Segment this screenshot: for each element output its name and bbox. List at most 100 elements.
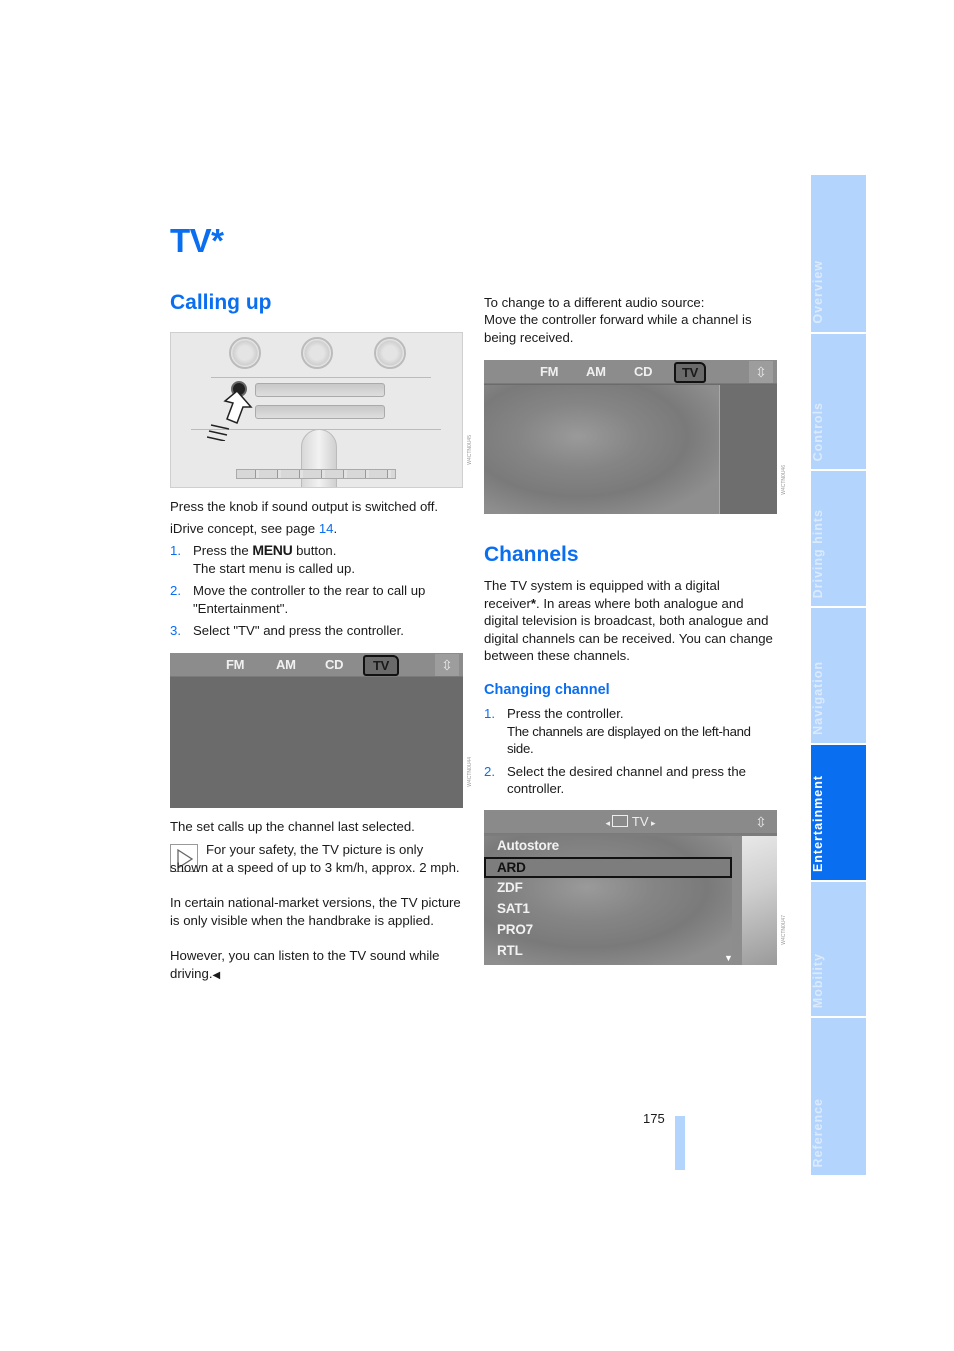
- sound-note-text: However, you can listen to the TV sound …: [170, 948, 440, 981]
- step-text: Move the controller to the rear to call …: [193, 583, 426, 616]
- end-mark-icon: ◀: [212, 969, 221, 981]
- step-text: Press the controller.: [507, 706, 624, 721]
- tv-screen-picture: FM AM CD TV ⇳: [484, 360, 777, 514]
- tv-screen-blank: FM AM CD TV ⇳: [170, 653, 463, 808]
- source-cd[interactable]: CD: [634, 364, 652, 379]
- tab-label: Driving hints: [811, 508, 825, 598]
- channel-autostore[interactable]: Autostore: [484, 836, 732, 857]
- source-am[interactable]: AM: [586, 364, 606, 379]
- right-arrow-icon: ▸: [648, 818, 656, 828]
- page-marker-bar: [675, 1116, 685, 1170]
- step-text: Select "TV" and press the controller.: [193, 623, 404, 638]
- step-number: 1.: [170, 543, 181, 558]
- step-number: 1.: [484, 706, 495, 721]
- source-fm[interactable]: FM: [540, 364, 558, 379]
- step-result: The start menu is called up.: [193, 560, 355, 576]
- sound-note: However, you can listen to the TV sound …: [170, 947, 462, 984]
- cd-slot: [255, 383, 385, 397]
- controller-icon: ⇳: [749, 361, 773, 383]
- step-text: button.: [292, 543, 337, 558]
- channel-header-bar: ◂ TV ▸ ⇳: [484, 810, 777, 834]
- tab-controls[interactable]: Controls: [811, 334, 866, 469]
- channel-list: Autostore ARD ZDF SAT1 PRO7 RTL: [484, 836, 732, 965]
- channel-rtl[interactable]: RTL: [484, 941, 732, 962]
- source-am[interactable]: AM: [276, 657, 296, 672]
- figure-code: W4CTN0U46: [781, 465, 787, 495]
- climate-knob-left: [229, 337, 261, 369]
- changing-channel-steps: 1. Press the controller. The channels ar…: [484, 705, 776, 803]
- step-number: 2.: [484, 763, 495, 779]
- tab-mobility[interactable]: Mobility: [811, 882, 866, 1016]
- step-text: Select the desired channel and press the…: [507, 763, 746, 797]
- tab-entertainment[interactable]: Entertainment: [811, 745, 866, 880]
- page-14-link[interactable]: 14: [319, 521, 334, 536]
- tab-label: Reference: [811, 1097, 825, 1167]
- tab-label: Overview: [811, 260, 825, 324]
- source-bar: FM AM CD TV ⇳: [170, 653, 463, 677]
- controller-icon: ⇳: [435, 654, 459, 676]
- tab-reference[interactable]: Reference: [811, 1018, 866, 1175]
- tab-label: Controls: [811, 401, 825, 461]
- section-tabs: Overview Controls Driving hints Navigati…: [811, 175, 866, 1175]
- tab-navigation[interactable]: Navigation: [811, 608, 866, 743]
- controller-icon: ⇳: [755, 814, 767, 830]
- step-1: 1. Press the controller. The channels ar…: [484, 705, 776, 758]
- menu-button-label: MENU: [252, 542, 293, 558]
- source-fm[interactable]: FM: [226, 657, 244, 672]
- tab-label: Mobility: [811, 952, 825, 1008]
- figure-code: W4CTN0U47: [781, 915, 787, 945]
- button-row: [236, 469, 396, 479]
- source-tv[interactable]: TV: [674, 362, 707, 383]
- channels-description: The TV system is equipped with a digital…: [484, 577, 779, 665]
- channels-heading: Channels: [484, 543, 579, 566]
- figure-code: W4CTN0U44: [467, 757, 473, 787]
- step-number: 3.: [170, 623, 181, 638]
- audio-source-intro: To change to a different audio source:: [484, 295, 705, 310]
- channel-zdf[interactable]: ZDF: [484, 878, 732, 899]
- gear-selector: [301, 429, 337, 487]
- side-panel: [719, 385, 777, 514]
- page-number: 175: [643, 1111, 665, 1126]
- step-result: The channels are displayed on the left-h…: [507, 723, 751, 757]
- page-title: TV*: [170, 222, 224, 259]
- channel-pro7[interactable]: PRO7: [484, 920, 732, 941]
- changing-channel-heading: Changing channel: [484, 682, 610, 698]
- channel-scrollbar[interactable]: [732, 836, 742, 965]
- tv-channel-list-screen: ◂ TV ▸ ⇳ Autostore ARD ZDF SAT1 PRO7 RTL…: [484, 810, 777, 965]
- calling-up-steps: 1. Press the MENU button. The start menu…: [170, 542, 465, 645]
- tv-picture: [484, 385, 719, 514]
- source-tv[interactable]: TV: [363, 655, 400, 676]
- tv-header-label: TV: [631, 814, 649, 829]
- step-text: Press the: [193, 543, 253, 558]
- climate-knob-center: [301, 337, 333, 369]
- tab-label: Entertainment: [811, 774, 825, 872]
- calling-up-heading: Calling up: [170, 291, 272, 314]
- sound-off-text: Press the knob if sound output is switch…: [170, 499, 439, 514]
- step-1: 1. Press the MENU button. The start menu…: [170, 542, 465, 577]
- last-channel-text: The set calls up the channel last select…: [170, 819, 415, 834]
- left-arrow-icon: ◂: [605, 818, 613, 828]
- source-bar: FM AM CD TV ⇳: [484, 360, 777, 384]
- audio-source-instruction: Move the controller forward while a chan…: [484, 312, 752, 345]
- step-2: 2. Select the desired channel and press …: [484, 763, 776, 798]
- step-number: 2.: [170, 583, 181, 598]
- step-2: 2. Move the controller to the rear to ca…: [170, 582, 465, 617]
- step-3: 3. Select "TV" and press the controller.: [170, 622, 465, 640]
- figure-code: W4CTN0U45: [467, 435, 473, 465]
- cd-slot-2: [255, 405, 385, 419]
- tab-label: Navigation: [811, 661, 825, 735]
- source-cd[interactable]: CD: [325, 657, 343, 672]
- channel-sat1[interactable]: SAT1: [484, 899, 732, 920]
- tab-overview[interactable]: Overview: [811, 175, 866, 332]
- tv-header: ◂ TV ▸: [484, 814, 777, 829]
- idrive-prefix: iDrive concept, see page: [170, 521, 319, 536]
- tab-driving-hints[interactable]: Driving hints: [811, 471, 866, 606]
- channel-preview: [742, 836, 777, 965]
- panel-line: [211, 377, 431, 378]
- channel-ard[interactable]: ARD: [484, 857, 732, 878]
- press-arrow-icon: [207, 389, 253, 441]
- dashboard-illustration: [170, 332, 463, 488]
- idrive-reference: iDrive concept, see page 14.: [170, 520, 462, 538]
- scroll-down-icon[interactable]: ▼: [724, 953, 733, 963]
- safety-note: For your safety, the TV picture is only …: [170, 842, 460, 875]
